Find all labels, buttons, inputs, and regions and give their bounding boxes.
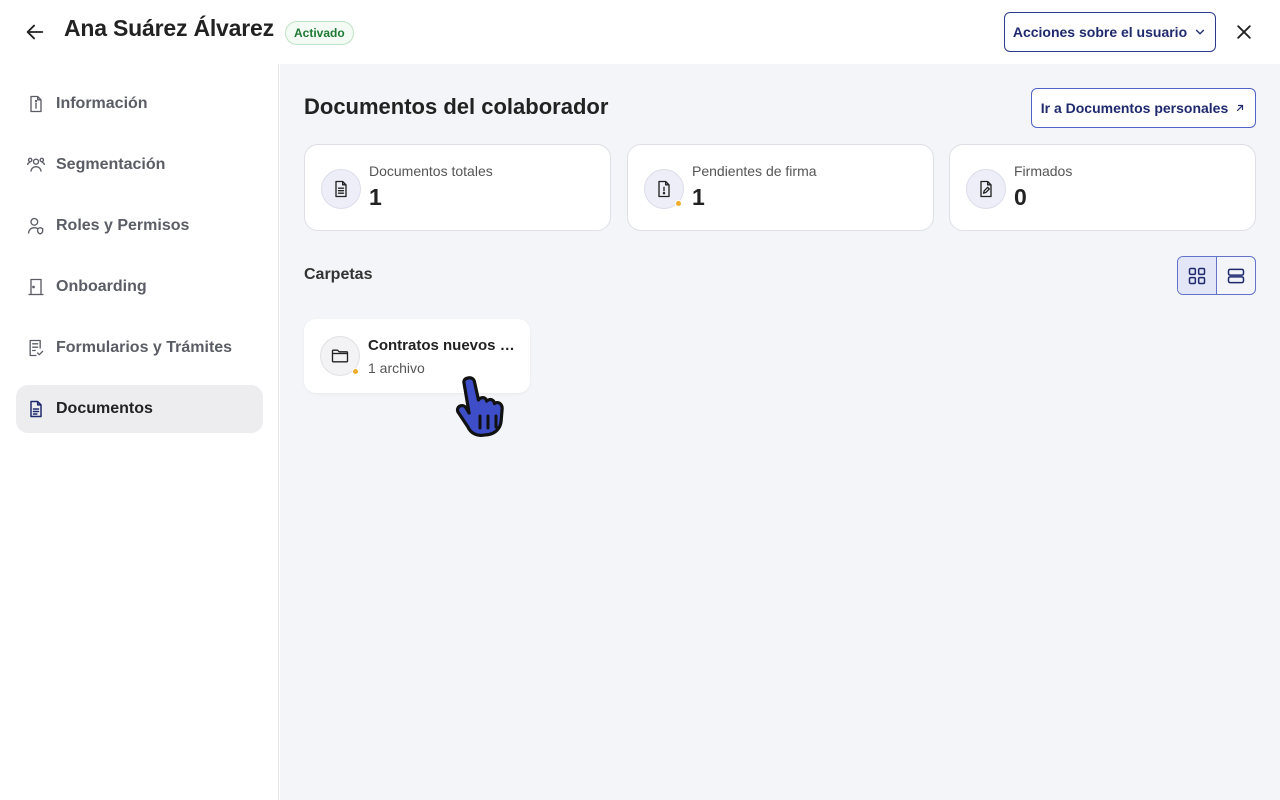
sidebar: Información Segmentación Roles y Permiso…: [0, 64, 279, 800]
sidebar-item-segmentacion[interactable]: Segmentación: [16, 141, 263, 189]
sidebar-item-formularios[interactable]: Formularios y Trámites: [16, 324, 263, 372]
page-title: Documentos del colaborador: [304, 94, 609, 119]
sidebar-item-documentos[interactable]: Documentos: [16, 385, 263, 433]
folder-card[interactable]: Contratos nuevos ingresos 1 archivo: [304, 319, 530, 393]
document-icon: [321, 169, 361, 209]
stat-value: 1: [369, 184, 382, 210]
external-arrow-icon: [1237, 104, 1244, 112]
list-icon: [1227, 268, 1244, 283]
info-document-icon: [26, 94, 46, 114]
sidebar-item-label: Información: [56, 95, 148, 112]
page-header: Ana Suárez Álvarez Activado Acciones sob…: [0, 0, 1280, 64]
stat-card-signed: Firmados 0: [949, 144, 1256, 231]
view-toggle: [1177, 256, 1256, 295]
sidebar-item-onboarding[interactable]: Onboarding: [16, 263, 263, 311]
sidebar-item-label: Onboarding: [56, 278, 147, 295]
folder-name: Contratos nuevos ingresos: [368, 337, 518, 354]
people-group-icon: [26, 155, 46, 175]
stat-value: 1: [692, 184, 705, 210]
list-view-button[interactable]: [1217, 257, 1256, 294]
arrow-left-icon: [26, 24, 44, 40]
close-icon: [1237, 25, 1251, 39]
folder-icon: [320, 336, 360, 376]
user-actions-label: Acciones sobre el usuario: [1012, 24, 1188, 40]
sidebar-item-roles[interactable]: Roles y Permisos: [16, 202, 263, 250]
sidebar-item-informacion[interactable]: Información: [16, 80, 263, 128]
stat-card-pending: Pendientes de firma 1: [627, 144, 934, 231]
stat-label: Firmados: [1014, 163, 1073, 179]
document-icon: [26, 399, 46, 419]
go-personal-documents-label: Ir a Documentos personales: [1040, 100, 1229, 116]
status-badge: Activado: [285, 21, 354, 45]
user-shield-icon: [26, 216, 46, 236]
close-button[interactable]: [1232, 20, 1256, 44]
user-actions-button[interactable]: Acciones sobre el usuario: [1004, 12, 1216, 52]
pending-indicator-dot: [675, 200, 682, 207]
folder-file-count: 1 archivo: [368, 360, 425, 376]
go-personal-documents-button[interactable]: Ir a Documentos personales: [1031, 88, 1256, 128]
sidebar-item-label: Documentos: [56, 400, 153, 417]
stat-value: 0: [1014, 184, 1027, 210]
folders-section-title: Carpetas: [304, 266, 373, 283]
chevron-down-icon: [1195, 29, 1205, 35]
form-check-icon: [26, 338, 46, 358]
stat-label: Pendientes de firma: [692, 163, 817, 179]
pending-indicator-dot: [352, 368, 359, 375]
stat-card-total: Documentos totales 1: [304, 144, 611, 231]
door-icon: [26, 277, 46, 297]
sidebar-item-label: Segmentación: [56, 156, 166, 173]
user-name: Ana Suárez Álvarez: [64, 15, 274, 41]
sidebar-item-label: Formularios y Trámites: [56, 339, 233, 356]
stat-label: Documentos totales: [369, 163, 493, 179]
sidebar-item-label: Roles y Permisos: [56, 217, 190, 234]
grid-view-button[interactable]: [1178, 257, 1217, 294]
main-content: Documentos del colaborador Ir a Document…: [280, 64, 1280, 800]
back-button[interactable]: [22, 19, 48, 45]
document-alert-icon: [644, 169, 684, 209]
grid-icon: [1188, 267, 1205, 284]
document-signed-icon: [966, 169, 1006, 209]
